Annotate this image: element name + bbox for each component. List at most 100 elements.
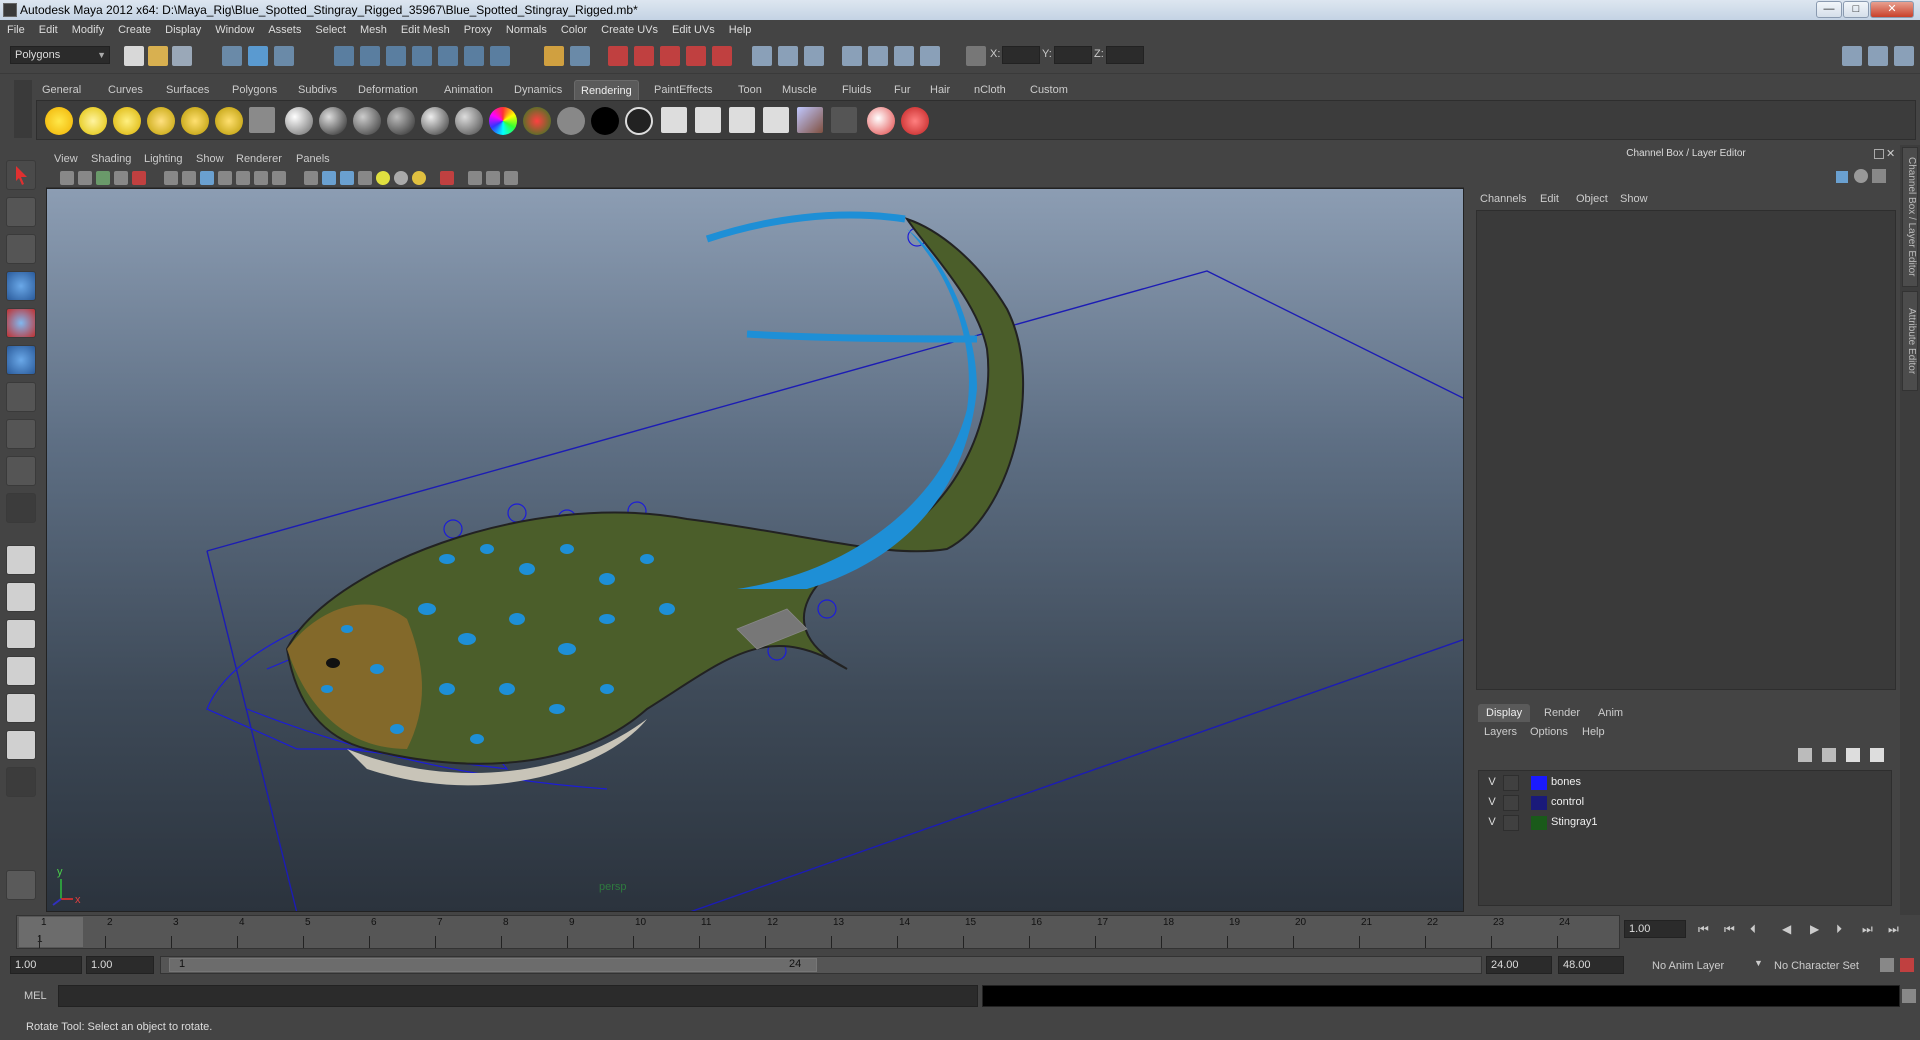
edit-menu[interactable]: Edit xyxy=(1540,193,1559,205)
ipr-render-icon[interactable] xyxy=(634,46,654,66)
paint-select-tool-icon[interactable] xyxy=(6,234,36,264)
help-menu[interactable]: Help xyxy=(1582,726,1605,738)
show-channel-box-icon[interactable] xyxy=(804,46,824,66)
lock-icon[interactable] xyxy=(544,46,564,66)
layer-visibility[interactable]: V xyxy=(1485,776,1499,788)
select-hierarchy-icon[interactable] xyxy=(222,46,242,66)
scale-tool-icon[interactable] xyxy=(6,345,36,375)
textured-icon[interactable] xyxy=(358,171,372,185)
input-line-icon[interactable] xyxy=(570,46,590,66)
layer-color-swatch[interactable] xyxy=(1531,796,1547,810)
tab-anim[interactable]: Anim xyxy=(1590,704,1631,722)
rotate-tool-icon[interactable] xyxy=(6,308,36,338)
spiral-lock-icon[interactable] xyxy=(6,870,36,900)
layer-row[interactable]: V control xyxy=(1479,793,1891,813)
tab-channel-box-layer-editor[interactable]: Channel Box / Layer Editor xyxy=(1902,147,1918,287)
play-forward-icon[interactable]: ▶ xyxy=(1810,922,1819,936)
layers-menu[interactable]: Layers xyxy=(1484,726,1517,738)
menu-color[interactable]: Color xyxy=(554,20,594,40)
move-tool-icon[interactable] xyxy=(6,271,36,301)
shader-use-background-icon[interactable] xyxy=(557,107,585,135)
tab-dynamics[interactable]: Dynamics xyxy=(508,80,568,100)
select-object-icon[interactable] xyxy=(248,46,268,66)
command-language-label[interactable]: MEL xyxy=(24,990,47,1002)
absolute-transform-icon[interactable] xyxy=(966,46,986,66)
attribute-panel-icon[interactable] xyxy=(1872,169,1886,183)
z-input[interactable] xyxy=(1106,46,1144,64)
scene-view[interactable]: persp y x xyxy=(47,189,1464,912)
tab-display[interactable]: Display xyxy=(1478,704,1531,722)
isolate-select-icon[interactable] xyxy=(468,171,482,185)
render-current-icon[interactable] xyxy=(608,46,628,66)
vp-menu-renderer[interactable]: Renderer xyxy=(236,150,282,168)
texture-grid-icon[interactable] xyxy=(729,107,755,133)
lasso-tool-icon[interactable] xyxy=(6,197,36,227)
smooth-shade-icon[interactable] xyxy=(322,171,336,185)
chevron-down-icon[interactable]: ▼ xyxy=(1754,958,1763,968)
move-layer-up-icon[interactable] xyxy=(1798,748,1812,762)
step-back-key-icon[interactable]: ⏮ xyxy=(1724,922,1735,937)
menu-mesh[interactable]: Mesh xyxy=(353,20,394,40)
snap-view-icon[interactable] xyxy=(412,46,432,66)
vp-menu-shading[interactable]: Shading xyxy=(91,150,131,168)
two-d-pan-icon[interactable] xyxy=(132,171,146,185)
menu-edit-mesh[interactable]: Edit Mesh xyxy=(394,20,457,40)
tab-polygons[interactable]: Polygons xyxy=(226,80,283,100)
snap-curve-icon[interactable] xyxy=(360,46,380,66)
vp-menu-lighting[interactable]: Lighting xyxy=(144,150,183,168)
shader-phonge-icon[interactable] xyxy=(387,107,415,135)
hypershade-icon[interactable] xyxy=(686,46,706,66)
new-scene-icon[interactable] xyxy=(124,46,144,66)
wireframe-icon[interactable] xyxy=(304,171,318,185)
single-perspective-layout-icon[interactable] xyxy=(6,545,36,575)
safe-title-icon[interactable] xyxy=(272,171,286,185)
bookmarks-icon[interactable] xyxy=(96,171,110,185)
menu-create[interactable]: Create xyxy=(111,20,158,40)
layout-more-icon[interactable] xyxy=(6,767,36,797)
show-menu[interactable]: Show xyxy=(1620,193,1648,205)
layout-outliner-icon[interactable] xyxy=(1868,46,1888,66)
tab-animation[interactable]: Animation xyxy=(438,80,499,100)
layer-visibility[interactable]: V xyxy=(1485,796,1499,808)
persp-graph-outliner-layout-icon[interactable] xyxy=(6,730,36,760)
shelf-menu-icon[interactable] xyxy=(14,80,32,138)
directional-light-icon[interactable] xyxy=(79,107,107,135)
tab-custom[interactable]: Custom xyxy=(1024,80,1074,100)
layer-color-swatch[interactable] xyxy=(1531,816,1547,830)
shader-blinn-icon[interactable] xyxy=(319,107,347,135)
render-view-shelf-icon[interactable] xyxy=(797,107,823,133)
history-icon[interactable] xyxy=(464,46,484,66)
tab-rendering[interactable]: Rendering xyxy=(574,80,639,100)
texture-place-icon[interactable] xyxy=(763,107,789,133)
tab-fur[interactable]: Fur xyxy=(888,80,917,100)
paint-canvas-icon[interactable] xyxy=(901,107,929,135)
default-light-icon[interactable] xyxy=(412,171,426,185)
step-forward-key-icon[interactable]: ⏭ xyxy=(1862,922,1873,937)
go-to-end-icon[interactable]: ⏭ xyxy=(1888,922,1899,937)
texture-checker-icon[interactable] xyxy=(695,107,721,133)
float-panel-icon[interactable] xyxy=(1874,149,1884,159)
layout-settings-icon[interactable] xyxy=(1894,46,1914,66)
layer-name[interactable]: bones xyxy=(1551,776,1581,788)
tab-subdivs[interactable]: Subdivs xyxy=(292,80,343,100)
channel-box-panel[interactable] xyxy=(1476,210,1896,690)
object-menu[interactable]: Object xyxy=(1576,193,1608,205)
go-to-start-icon[interactable]: ⏮ xyxy=(1698,922,1709,937)
tab-ncloth[interactable]: nCloth xyxy=(968,80,1012,100)
vp-menu-view[interactable]: View xyxy=(54,150,78,168)
four-view-layout-icon[interactable] xyxy=(6,582,36,612)
menu-help[interactable]: Help xyxy=(722,20,759,40)
layer-row[interactable]: V bones xyxy=(1479,773,1891,793)
manipulator-tool-icon[interactable] xyxy=(6,382,36,412)
hypergraph-icon[interactable] xyxy=(920,46,940,66)
menu-edit-uvs[interactable]: Edit UVs xyxy=(665,20,722,40)
menu-edit[interactable]: Edit xyxy=(32,20,65,40)
shader-lambert-icon[interactable] xyxy=(285,107,313,135)
shadows-icon[interactable] xyxy=(394,171,408,185)
tab-painteffects[interactable]: PaintEffects xyxy=(648,80,719,100)
close-button[interactable]: ✕ xyxy=(1870,1,1914,18)
render-settings-icon[interactable] xyxy=(660,46,680,66)
show-manipulator-icon[interactable] xyxy=(6,456,36,486)
persp-graph-layout-icon[interactable] xyxy=(6,656,36,686)
texture-file-icon[interactable] xyxy=(661,107,687,133)
